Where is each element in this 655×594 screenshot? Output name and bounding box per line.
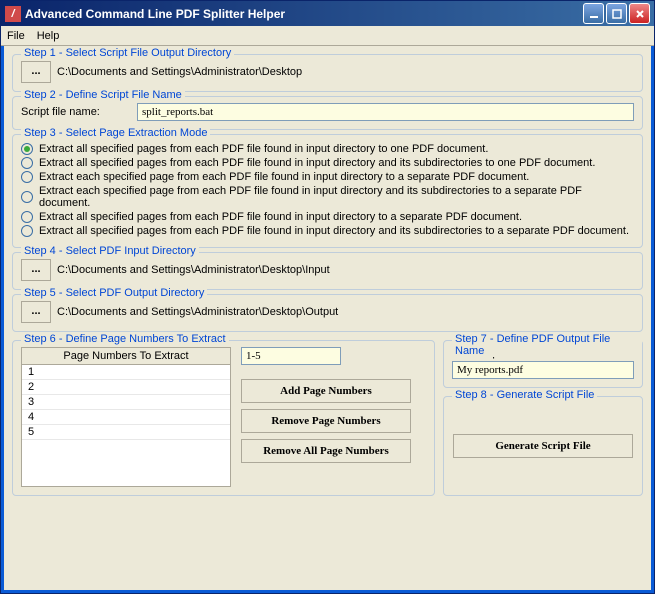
extraction-mode-option-4[interactable]: Extract all specified pages from each PD…: [21, 211, 634, 223]
add-page-numbers-button[interactable]: Add Page Numbers: [241, 379, 411, 403]
list-item[interactable]: 4: [22, 410, 230, 425]
step2-group: Step 2 - Define Script File Name Script …: [12, 96, 643, 130]
radio-icon: [21, 211, 33, 223]
step7-group: Step 7 - Define PDF Output File Name PDF…: [443, 340, 643, 388]
step8-group: Step 8 - Generate Script File Generate S…: [443, 396, 643, 496]
radio-label: Extract all specified pages from each PD…: [39, 143, 488, 155]
radio-icon: [21, 143, 33, 155]
step1-title: Step 1 - Select Script File Output Direc…: [21, 47, 234, 59]
radio-icon: [21, 171, 33, 183]
minimize-button[interactable]: [583, 3, 604, 24]
app-icon: /: [5, 6, 21, 22]
step4-group: Step 4 - Select PDF Input Directory ... …: [12, 252, 643, 290]
app-window: / Advanced Command Line PDF Splitter Hel…: [0, 0, 655, 594]
radio-label: Extract all specified pages from each PD…: [39, 211, 522, 223]
list-item[interactable]: 2: [22, 380, 230, 395]
step8-title: Step 8 - Generate Script File: [452, 389, 597, 401]
menu-file[interactable]: File: [7, 30, 25, 42]
radio-icon: [21, 225, 33, 237]
list-item[interactable]: 3: [22, 395, 230, 410]
step1-group: Step 1 - Select Script File Output Direc…: [12, 54, 643, 92]
radio-icon: [21, 157, 33, 169]
step4-browse-button[interactable]: ...: [21, 259, 51, 281]
window-controls: [583, 3, 650, 24]
step7-title: Step 7 - Define PDF Output File Name: [452, 333, 642, 357]
script-file-name-input[interactable]: [137, 103, 634, 121]
step3-title: Step 3 - Select Page Extraction Mode: [21, 127, 210, 139]
step4-title: Step 4 - Select PDF Input Directory: [21, 245, 199, 257]
step1-browse-button[interactable]: ...: [21, 61, 51, 83]
extraction-mode-option-0[interactable]: Extract all specified pages from each PD…: [21, 143, 634, 155]
radio-label: Extract each specified page from each PD…: [39, 185, 634, 209]
remove-all-page-numbers-button[interactable]: Remove All Page Numbers: [241, 439, 411, 463]
radio-label: Extract all specified pages from each PD…: [39, 225, 629, 237]
menubar: File Help: [1, 26, 654, 46]
extraction-mode-option-2[interactable]: Extract each specified page from each PD…: [21, 171, 634, 183]
step5-browse-button[interactable]: ...: [21, 301, 51, 323]
page-numbers-list[interactable]: Page Numbers To Extract 12345: [21, 347, 231, 487]
extraction-mode-option-5[interactable]: Extract all specified pages from each PD…: [21, 225, 634, 237]
maximize-button[interactable]: [606, 3, 627, 24]
step1-path: C:\Documents and Settings\Administrator\…: [57, 66, 302, 78]
radio-icon: [21, 191, 33, 203]
step2-label: Script file name:: [21, 106, 131, 118]
step2-title: Step 2 - Define Script File Name: [21, 89, 185, 101]
step5-path: C:\Documents and Settings\Administrator\…: [57, 306, 338, 318]
close-button[interactable]: [629, 3, 650, 24]
radio-label: Extract each specified page from each PD…: [39, 171, 529, 183]
step4-path: C:\Documents and Settings\Administrator\…: [57, 264, 330, 276]
body: Step 1 - Select Script File Output Direc…: [1, 46, 654, 593]
extraction-mode-option-1[interactable]: Extract all specified pages from each PD…: [21, 157, 634, 169]
radio-label: Extract all specified pages from each PD…: [39, 157, 595, 169]
extraction-mode-option-3[interactable]: Extract each specified page from each PD…: [21, 185, 634, 209]
pdf-output-file-name-input[interactable]: [452, 361, 634, 379]
step5-group: Step 5 - Select PDF Output Directory ...…: [12, 294, 643, 332]
list-item[interactable]: 1: [22, 365, 230, 380]
remove-page-numbers-button[interactable]: Remove Page Numbers: [241, 409, 411, 433]
menu-help[interactable]: Help: [37, 30, 60, 42]
step6-group: Step 6 - Define Page Numbers To Extract …: [12, 340, 435, 496]
step3-group: Step 3 - Select Page Extraction Mode Ext…: [12, 134, 643, 248]
titlebar: / Advanced Command Line PDF Splitter Hel…: [1, 1, 654, 26]
step5-title: Step 5 - Select PDF Output Directory: [21, 287, 207, 299]
list-item[interactable]: 5: [22, 425, 230, 440]
page-range-input[interactable]: [241, 347, 341, 365]
window-title: Advanced Command Line PDF Splitter Helpe…: [25, 7, 583, 21]
generate-script-file-button[interactable]: Generate Script File: [453, 434, 633, 458]
step6-title: Step 6 - Define Page Numbers To Extract: [21, 333, 229, 345]
list-header: Page Numbers To Extract: [22, 348, 230, 365]
